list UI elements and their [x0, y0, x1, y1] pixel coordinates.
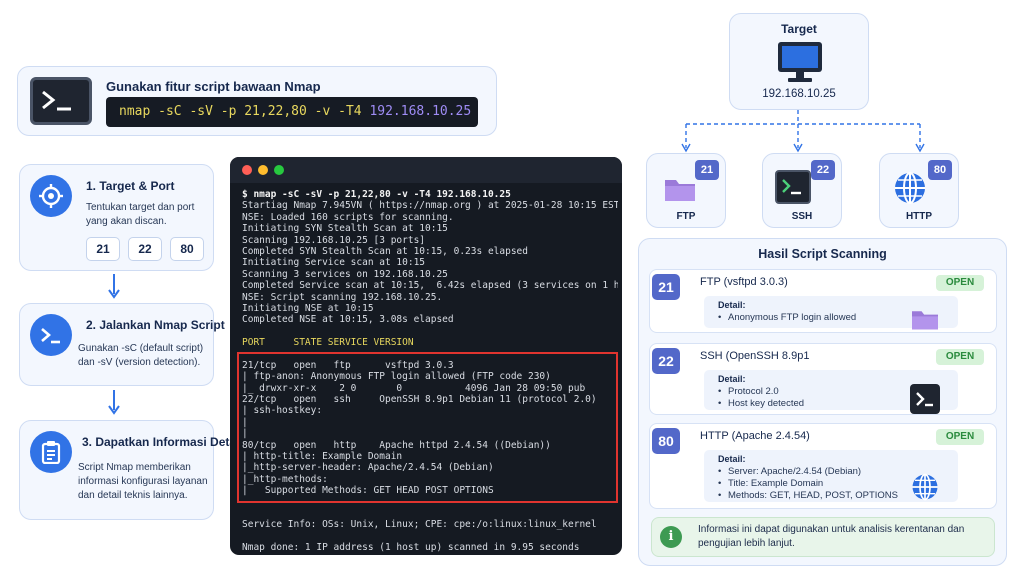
- terminal-line: Completed Service scan at 10:15, 6.42s e…: [242, 280, 618, 292]
- terminal-icon: [30, 314, 72, 356]
- terminal-icon: [30, 77, 92, 125]
- terminal-icon: [910, 384, 940, 414]
- step-title: 3. Dapatkan Informasi Detail: [82, 435, 243, 449]
- service-name: FTP (vsftpd 3.0.3): [700, 276, 788, 288]
- terminal-line: NSE: Script scanning 192.168.10.25.: [242, 291, 443, 303]
- service-name: HTTP (Apache 2.4.54): [700, 430, 810, 442]
- terminal-titlebar: [230, 157, 622, 183]
- maximize-dot-icon[interactable]: [274, 165, 284, 175]
- globe-icon: [912, 473, 938, 501]
- target-ip: 192.168.10.25: [762, 88, 836, 100]
- info-icon: i: [660, 526, 682, 548]
- status-badge: OPEN: [936, 349, 984, 365]
- info-note: i Informasi ini dapat digunakan untuk an…: [651, 517, 995, 557]
- service-card-ftp: 21 FTP: [646, 153, 726, 228]
- terminal-line: Service Info: OSs: Unix, Linux; CPE: cpe…: [242, 519, 597, 531]
- target-card: Target 192.168.10.25: [729, 13, 869, 110]
- port-chip: 22: [128, 237, 162, 261]
- step-description: Script Nmap memberikan informasi konfigu…: [78, 462, 208, 501]
- clipboard-icon: [30, 431, 72, 473]
- ports-row: 21 22 80: [86, 237, 204, 261]
- close-dot-icon[interactable]: [242, 165, 252, 175]
- nmap-command: nmap -sC -sV -p 21,22,80 -v -T4 192.168.…: [106, 97, 478, 127]
- highlight-box: [237, 352, 618, 503]
- result-row-ftp: 21 FTP (vsftpd 3.0.3) OPEN Detail: Anony…: [649, 269, 997, 333]
- terminal-line: Initiating NSE at 10:15: [242, 302, 374, 314]
- step-title: 2. Jalankan Nmap Script: [86, 318, 225, 332]
- port-chip: 80: [170, 237, 204, 261]
- folder-icon: [912, 311, 938, 330]
- results-title: Hasil Script Scanning: [758, 247, 887, 261]
- detail-title: Detail:: [718, 374, 746, 384]
- terminal-line: NSE: Loaded 160 scripts for scanning.: [242, 211, 454, 223]
- info-text: Informasi ini dapat digunakan untuk anal…: [698, 524, 965, 549]
- command-ip: 192.168.10.25: [369, 104, 472, 119]
- detail-title: Detail:: [718, 454, 746, 464]
- step-description: Gunakan -sC (default script) dan -sV (ve…: [78, 343, 204, 368]
- step-run-script: 2. Jalankan Nmap Script Gunakan -sC (def…: [19, 303, 225, 386]
- port-badge: 22: [811, 160, 835, 180]
- terminal-line: Nmap done: 1 IP address (1 host up) scan…: [242, 542, 580, 554]
- port-badge: 80: [652, 428, 680, 454]
- terminal-line: Initiating Service scan at 10:15: [242, 257, 426, 269]
- connector-lines: [681, 110, 925, 153]
- monitor-icon: [778, 42, 822, 82]
- header-card: Gunakan fitur script bawaan Nmap nmap -s…: [17, 66, 497, 136]
- terminal-line: Scanning 3 services on 192.168.10.25: [242, 268, 448, 280]
- command-text: nmap -sC -sV -p 21,22,80 -v -T4: [119, 104, 370, 119]
- port-badge: 21: [695, 160, 719, 180]
- arrow-down-icon: [108, 274, 120, 299]
- step-get-detail: 3. Dapatkan Informasi Detail Script Nmap…: [19, 420, 243, 520]
- step-description: Tentukan target dan port yang akan disca…: [86, 202, 195, 227]
- service-label: SSH: [791, 211, 813, 222]
- globe-icon: [895, 172, 925, 204]
- terminal-line: Startiag Nmap 7.945VN ( https://nmap.org…: [242, 200, 618, 212]
- terminal-line: Initiating SYN Stealth Scan at 10:15: [242, 223, 448, 235]
- service-name: SSH (OpenSSH 8.9p1: [700, 350, 810, 362]
- terminal-line: Scanning 192.168.10.25 [3 ports]: [242, 234, 426, 246]
- service-label: FTP: [676, 211, 696, 222]
- port-badge: 80: [928, 160, 952, 180]
- terminal-line: PORT STATE SERVICE VERSION: [242, 337, 414, 349]
- terminal-line: Completed NSE at 10:15, 3.08s elapsed: [242, 314, 454, 326]
- step-title: 1. Target & Port: [86, 179, 175, 193]
- minimize-dot-icon[interactable]: [258, 165, 268, 175]
- arrow-down-icon: [108, 390, 120, 415]
- port-badge: 21: [652, 274, 680, 300]
- terminal-icon: [775, 170, 811, 204]
- target-icon: [30, 175, 72, 217]
- status-badge: OPEN: [936, 275, 984, 291]
- header-title: Gunakan fitur script bawaan Nmap: [106, 79, 321, 94]
- terminal-line: $ nmap -sC -sV -p 21,22,80 -v -T4 192.16…: [242, 189, 511, 200]
- service-card-http: 80 HTTP: [879, 153, 959, 228]
- service-card-ssh: 22 SSH: [762, 153, 842, 228]
- port-chip: 21: [86, 237, 120, 261]
- terminal-window: $ nmap -sC -sV -p 21,22,80 -v -T4 192.16…: [230, 157, 622, 555]
- step-target-port: 1. Target & Port Tentukan target dan por…: [19, 164, 214, 271]
- target-title: Target: [781, 22, 817, 36]
- terminal-line: Completed SYN Stealth Scan at 10:15, 0.2…: [242, 245, 528, 257]
- folder-icon: [665, 180, 695, 201]
- result-row-ssh: 22 SSH (OpenSSH 8.9p1 OPEN Detail: Proto…: [649, 343, 997, 415]
- service-label: HTTP: [905, 211, 933, 222]
- result-row-http: 80 HTTP (Apache 2.4.54) OPEN Detail: Ser…: [649, 423, 997, 509]
- port-badge: 22: [652, 348, 680, 374]
- results-card: Hasil Script Scanning 21 FTP (vsftpd 3.0…: [638, 238, 1007, 566]
- status-badge: OPEN: [936, 429, 984, 445]
